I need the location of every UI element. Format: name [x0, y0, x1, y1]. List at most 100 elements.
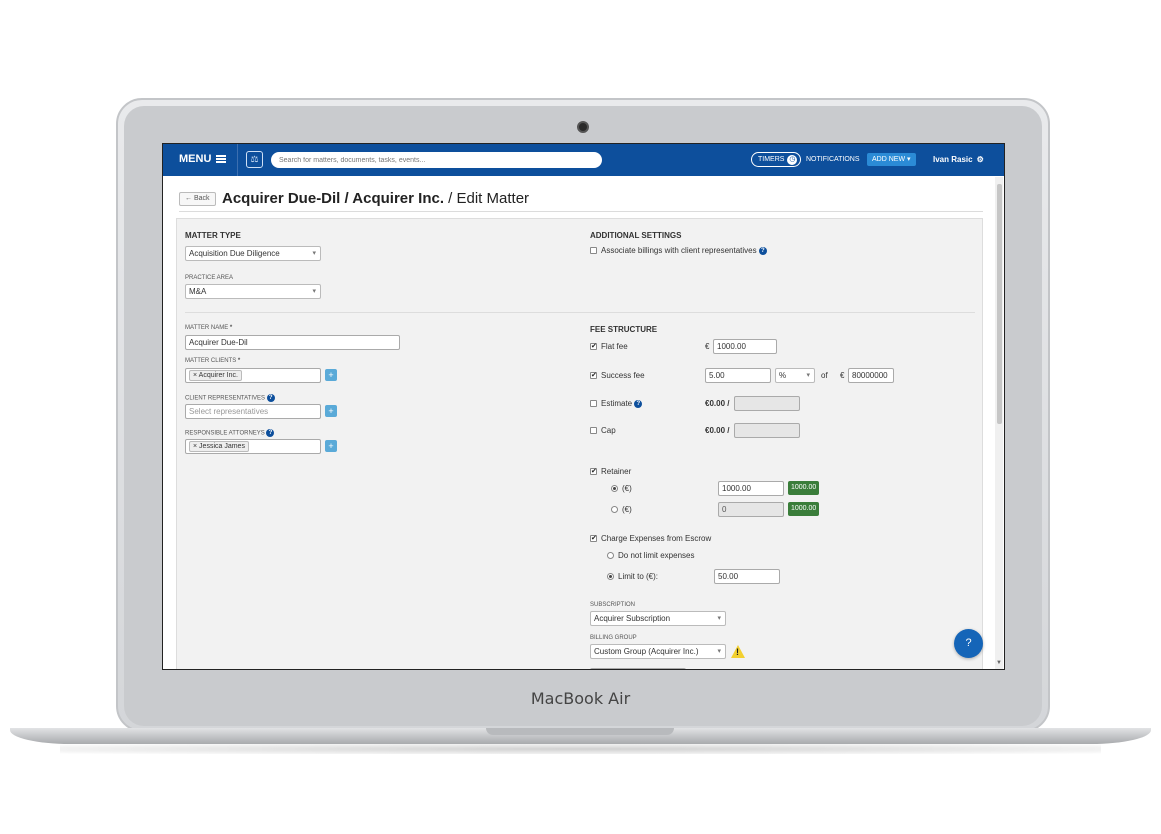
estimate-amount: €0.00 /	[705, 399, 730, 408]
subscription-label: SUBSCRIPTION	[590, 602, 636, 608]
menu-button[interactable]: MENU	[179, 153, 227, 165]
gear-icon: ⚙	[976, 155, 984, 164]
responsible-attorneys-label: RESPONSIBLE ATTORNEYS ?	[185, 429, 275, 437]
page-title-matter: Acquirer Due-Dil / Acquirer Inc.	[222, 190, 444, 207]
back-button[interactable]: ← Back	[179, 192, 216, 206]
attorney-tag: × Jessica James	[189, 441, 249, 452]
add-new-label: ADD NEW	[872, 156, 906, 163]
matter-type-heading: MATTER TYPE	[185, 231, 241, 240]
caret-down-icon: ▾	[907, 156, 911, 163]
retainer-balance-badge: 1000.00	[788, 481, 820, 495]
title-divider	[179, 211, 983, 212]
success-fee-input[interactable]: 5.00	[705, 368, 771, 383]
fee-structure-heading: FEE STRUCTURE	[590, 325, 658, 334]
tag-remove-icon[interactable]: ×	[193, 372, 197, 379]
flat-fee-label: Flat fee	[601, 342, 628, 351]
user-menu[interactable]: Ivan Rasic ⚙	[933, 155, 984, 164]
retainer-option-2-label: (€)	[622, 505, 632, 514]
add-client-button[interactable]: +	[325, 369, 337, 381]
menu-label: MENU	[179, 153, 212, 165]
currency-symbol: €	[840, 371, 845, 380]
estimate-input	[734, 396, 800, 411]
client-tag: × Acquirer Inc.	[189, 370, 242, 381]
scroll-down-arrow-icon[interactable]: ▼	[996, 660, 1002, 666]
device-brand: MacBook Air	[530, 689, 631, 708]
timers-label: TIMERS	[758, 156, 785, 163]
limit-input[interactable]: 50.00	[714, 569, 780, 584]
retainer-option-1-input[interactable]: 1000.00	[718, 481, 784, 496]
retainer-option-2-radio[interactable]	[611, 506, 618, 513]
section-divider	[185, 312, 975, 313]
success-base-input[interactable]: 80000000	[848, 368, 894, 383]
estimate-checkbox[interactable]	[590, 400, 597, 407]
cap-input	[734, 423, 800, 438]
charge-escrow-label: Charge Expenses from Escrow	[601, 534, 712, 543]
billing-group-select[interactable]: Custom Group (Acquirer Inc.)	[590, 644, 726, 659]
navbar-divider	[237, 144, 238, 176]
app-screen: MENU ⚖ TIMERS ◷ NOTIFICATIONS ADD NEW ▾ …	[162, 143, 1005, 670]
cap-amount: €0.00 /	[705, 426, 730, 435]
estimate-label: Estimate ?	[601, 399, 643, 408]
cap-checkbox[interactable]	[590, 427, 597, 434]
limit-radio[interactable]	[607, 573, 614, 580]
retainer-option-2-input: 0	[718, 502, 784, 517]
scrollbar-thumb[interactable]	[997, 184, 1002, 424]
help-chat-button[interactable]: ?	[954, 629, 983, 658]
success-fee-label: Success fee	[601, 371, 645, 380]
camera-icon	[577, 121, 589, 133]
additional-settings-heading: ADDITIONAL SETTINGS	[590, 231, 682, 240]
success-fee-checkbox[interactable]: ✔	[590, 372, 597, 379]
associate-billings-checkbox[interactable]	[590, 247, 597, 254]
matter-type-select[interactable]: Acquisition Due Diligence	[185, 246, 321, 261]
client-representatives-select[interactable]: Select representatives	[185, 404, 321, 419]
associate-billings-label: Associate billings with client represent…	[601, 246, 767, 255]
retainer-label: Retainer	[601, 467, 632, 476]
matter-name-input[interactable]: Acquirer Due-Dil	[185, 335, 400, 350]
limit-label: Limit to (€):	[618, 572, 659, 581]
retainer-option-1-label: (€)	[622, 484, 632, 493]
success-fee-unit-select[interactable]: %	[775, 368, 815, 383]
help-icon[interactable]: ?	[634, 399, 643, 408]
timers-button[interactable]: TIMERS ◷	[751, 152, 802, 167]
practice-area-select[interactable]: M&A	[185, 284, 321, 299]
warning-mark: !	[736, 647, 739, 657]
matter-clients-label: MATTER CLIENTS *	[185, 358, 241, 364]
flat-fee-checkbox[interactable]: ✔	[590, 343, 597, 350]
subscription-select[interactable]: Acquirer Subscription	[590, 611, 726, 626]
search-input[interactable]	[271, 152, 602, 168]
charge-escrow-checkbox[interactable]: ✔	[590, 535, 597, 542]
currency-symbol: €	[705, 342, 710, 351]
notifications-link[interactable]: NOTIFICATIONS	[806, 156, 860, 163]
cap-label: Cap	[601, 426, 616, 435]
of-label: of	[821, 371, 828, 380]
retainer-checkbox[interactable]: ✔	[590, 468, 597, 475]
laptop-notch	[486, 728, 674, 735]
practice-area-label: PRACTICE AREA	[185, 275, 234, 281]
flat-fee-input[interactable]: 1000.00	[713, 339, 777, 354]
billing-group-label: BILLING GROUP	[590, 635, 637, 641]
page-title-action: / Edit Matter	[444, 190, 530, 207]
app-logo-icon[interactable]: ⚖	[246, 151, 263, 168]
edit-matter-form: MATTER TYPE Acquisition Due Diligence PR…	[176, 218, 983, 669]
laptop-shadow	[60, 744, 1101, 754]
add-attorney-button[interactable]: +	[325, 440, 337, 452]
user-name: Ivan Rasic	[933, 155, 973, 164]
help-icon[interactable]: ?	[758, 246, 767, 255]
retainer-option-1-radio[interactable]	[611, 485, 618, 492]
partial-field[interactable]	[590, 668, 686, 669]
top-navbar: MENU ⚖ TIMERS ◷ NOTIFICATIONS ADD NEW ▾ …	[163, 144, 1004, 176]
matter-name-value: Acquirer Due-Dil	[189, 338, 248, 347]
no-limit-label: Do not limit expenses	[618, 551, 695, 560]
tag-remove-icon[interactable]: ×	[193, 443, 197, 450]
matter-name-label: MATTER NAME *	[185, 325, 233, 331]
clock-icon: ◷	[787, 154, 798, 165]
help-icon[interactable]: ?	[266, 394, 275, 402]
no-limit-radio[interactable]	[607, 552, 614, 559]
help-icon[interactable]: ?	[266, 429, 275, 437]
hamburger-icon	[216, 155, 227, 163]
retainer-balance-badge: 1000.00	[788, 502, 820, 516]
page-title: Acquirer Due-Dil / Acquirer Inc. / Edit …	[222, 190, 529, 207]
add-representative-button[interactable]: +	[325, 405, 337, 417]
client-representatives-label: CLIENT REPRESENTATIVES ?	[185, 394, 275, 402]
add-new-button[interactable]: ADD NEW ▾	[867, 153, 916, 166]
